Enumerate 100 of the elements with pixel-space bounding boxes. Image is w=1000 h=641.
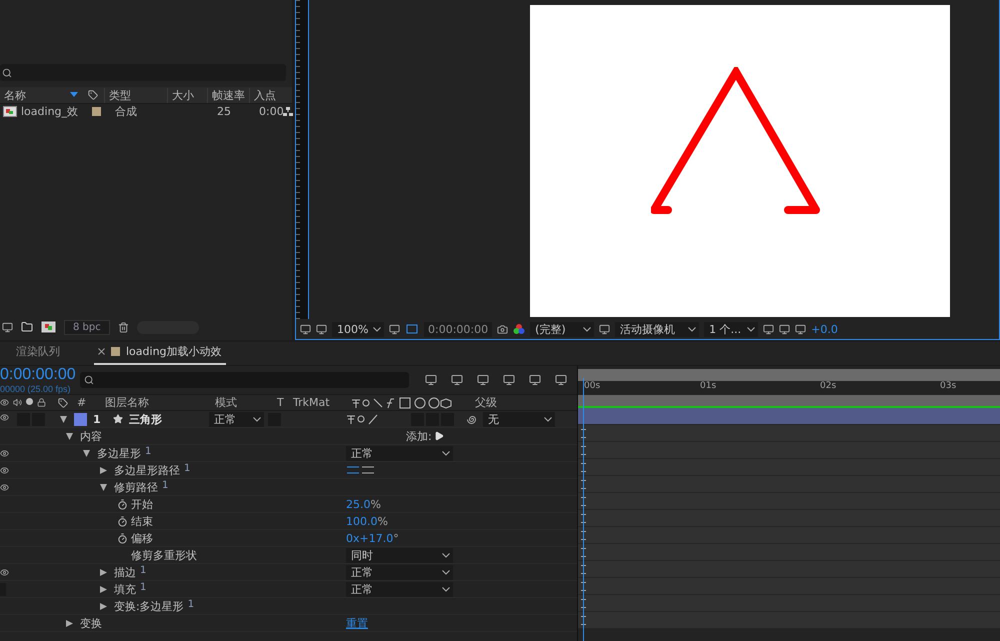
expand-triangle-icon[interactable] <box>100 586 107 592</box>
add-label: 添加: <box>406 428 432 444</box>
audio-icon[interactable] <box>13 398 22 407</box>
pick-whip-spiral-icon[interactable] <box>466 414 477 424</box>
path-direction-icon[interactable] <box>346 464 376 476</box>
eye-icon[interactable] <box>0 398 9 407</box>
chevron-down-icon[interactable] <box>747 326 756 332</box>
zoom-dropdown[interactable]: 100% <box>332 322 384 336</box>
collapse-triangle-icon[interactable] <box>66 432 73 440</box>
flowchart-icon[interactable] <box>283 106 293 116</box>
mode-dropdown[interactable]: 正常 <box>209 412 264 426</box>
layer-number: 1 <box>92 412 102 426</box>
eye-icon[interactable] <box>0 466 9 474</box>
stopwatch-icon[interactable] <box>117 532 128 544</box>
trash-icon[interactable] <box>118 322 129 332</box>
item-frame-rate: 25 <box>216 105 232 118</box>
bit-depth-button[interactable]: 8 bpc <box>64 320 110 334</box>
column-header[interactable]: 父级 <box>472 395 532 410</box>
camera-dropdown[interactable]: 活动摄像机 <box>615 322 700 336</box>
eye-icon[interactable] <box>0 448 9 458</box>
add-play-icon[interactable] <box>434 431 444 441</box>
property-name: 偏移 <box>131 530 153 546</box>
expand-triangle-icon[interactable] <box>100 568 107 576</box>
property-name: 内容 <box>80 428 102 444</box>
chevron-down-icon[interactable] <box>442 570 450 574</box>
column-header[interactable]: # <box>74 396 102 409</box>
collapse-triangle-icon[interactable] <box>60 416 67 422</box>
column-header[interactable]: 大小 <box>167 88 207 102</box>
layer-name[interactable]: 三角形 <box>123 412 209 426</box>
parent-dropdown[interactable]: 无 <box>483 412 555 426</box>
chevron-down-icon[interactable] <box>373 326 381 332</box>
property-index: 1 <box>188 598 194 612</box>
column-header[interactable]: 模式 <box>212 395 274 410</box>
frame-rate-label: 00000 (25.00 fps) <box>0 384 72 394</box>
column-header[interactable]: T <box>274 396 290 409</box>
color-channels-icon[interactable] <box>513 323 526 335</box>
timecode-field[interactable]: 0:00:00:00 <box>424 322 492 336</box>
column-header[interactable]: 图层名称 <box>102 395 212 410</box>
item-in-point: 0:00 <box>258 105 283 118</box>
mode-dropdown[interactable]: 正常 <box>346 582 453 596</box>
property-index: 1 <box>184 462 190 476</box>
eye-icon[interactable] <box>0 412 9 422</box>
current-time[interactable]: 0:00:00:00 <box>0 366 76 384</box>
lock-icon[interactable] <box>37 398 46 407</box>
stopwatch-icon[interactable] <box>117 516 128 526</box>
time-ruler-label: 01s <box>700 381 718 393</box>
exposure-value[interactable]: +0.0 <box>811 322 838 336</box>
solo-icon[interactable] <box>26 398 33 405</box>
property-name: 多边星形路径 <box>114 462 180 478</box>
chevron-down-icon[interactable] <box>253 416 261 422</box>
mode-dropdown[interactable]: 正常 <box>346 446 453 460</box>
property-value[interactable]: 0x+17.0° <box>346 532 399 544</box>
search-icon[interactable] <box>2 68 12 78</box>
camera-icon[interactable] <box>497 324 508 334</box>
label-swatch[interactable] <box>74 412 87 426</box>
search-icon[interactable] <box>84 375 94 385</box>
composition-icon[interactable] <box>41 321 56 333</box>
chevron-down-icon[interactable] <box>442 586 450 592</box>
expand-triangle-icon[interactable] <box>100 602 107 610</box>
collapse-triangle-icon[interactable] <box>83 450 90 456</box>
chevron-down-icon[interactable] <box>442 450 450 456</box>
label-tag-icon[interactable] <box>88 90 98 100</box>
column-header[interactable]: 类型 <box>104 88 167 102</box>
chevron-down-icon[interactable] <box>583 326 592 332</box>
search-field[interactable] <box>0 64 286 81</box>
monitor-icon[interactable] <box>316 324 327 334</box>
property-value[interactable]: 100.0% <box>346 514 388 528</box>
eye-icon[interactable] <box>0 568 9 576</box>
column-header[interactable]: 入点 <box>249 88 285 102</box>
property-name: 结束 <box>131 514 153 528</box>
reset-link[interactable]: 重置 <box>346 616 368 630</box>
mode-dropdown[interactable]: 正常 <box>346 564 453 580</box>
mode-dropdown[interactable]: 同时 <box>346 548 453 562</box>
chevron-down-icon[interactable] <box>688 326 696 332</box>
close-icon[interactable] <box>98 348 105 355</box>
property-name: 多边星形 <box>97 446 141 460</box>
property-name: 变换 <box>80 616 102 630</box>
item-name[interactable]: loading_效 <box>17 104 88 119</box>
column-header[interactable]: 帧速率 <box>207 88 249 102</box>
display-icon[interactable] <box>300 324 311 334</box>
expand-triangle-icon[interactable] <box>100 466 107 474</box>
property-name: 开始 <box>131 496 153 512</box>
column-header[interactable]: 名称 <box>0 88 70 102</box>
chevron-down-icon[interactable] <box>544 416 552 422</box>
resolution-dropdown[interactable]: (完整) <box>530 322 594 336</box>
stopwatch-icon[interactable] <box>117 498 128 510</box>
views-dropdown[interactable]: 1 个... <box>704 322 758 336</box>
property-value[interactable]: 25.0% <box>346 498 381 510</box>
eye-icon[interactable] <box>0 482 9 492</box>
panel-tab[interactable]: loading加载小动效 <box>94 344 226 365</box>
collapse-triangle-icon[interactable] <box>100 484 107 490</box>
label-tag-icon[interactable] <box>58 398 68 408</box>
property-name: 变换:多边星形 <box>114 598 184 614</box>
expand-triangle-icon[interactable] <box>66 620 73 626</box>
column-header[interactable]: TrkMat <box>290 396 350 409</box>
panel-tab[interactable]: 渲染队列 <box>12 344 64 365</box>
region-of-interest-icon[interactable] <box>405 323 419 335</box>
search-field[interactable] <box>80 372 409 388</box>
chevron-down-icon[interactable] <box>442 552 450 558</box>
folder-icon[interactable] <box>21 321 33 333</box>
